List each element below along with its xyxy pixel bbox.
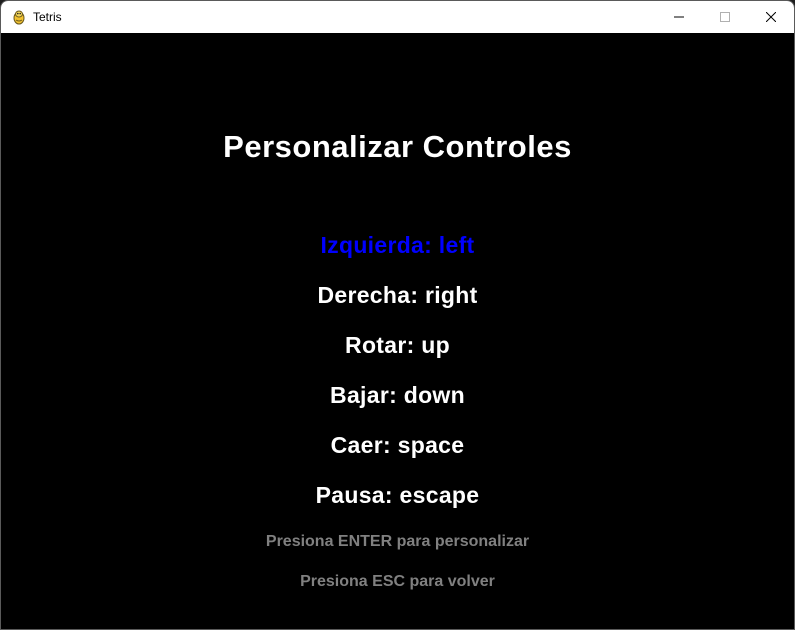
hint-enter: Presiona ENTER para personalizar bbox=[265, 533, 530, 550]
pygame-snake-icon bbox=[11, 9, 27, 25]
control-option-rotate[interactable]: Rotar: up bbox=[1, 332, 794, 359]
control-option-pause[interactable]: Pausa: escape bbox=[1, 482, 794, 509]
minimize-icon bbox=[674, 16, 684, 18]
control-option-right[interactable]: Derecha: right bbox=[1, 282, 794, 309]
game-canvas[interactable]: Personalizar Controles Izquierda: left D… bbox=[1, 33, 794, 629]
window-title: Tetris bbox=[33, 10, 62, 24]
title-bar[interactable]: Tetris bbox=[1, 1, 794, 33]
control-option-drop[interactable]: Caer: space bbox=[1, 432, 794, 459]
maximize-button[interactable] bbox=[702, 1, 748, 33]
tetris-window: Tetris Personalizar Controles Izquierda:… bbox=[0, 0, 795, 630]
close-button[interactable] bbox=[748, 1, 794, 33]
window-controls bbox=[656, 1, 794, 33]
control-option-down[interactable]: Bajar: down bbox=[1, 382, 794, 409]
close-icon bbox=[766, 12, 776, 22]
maximize-icon bbox=[720, 12, 730, 22]
screen-title: Personalizar Controles bbox=[223, 129, 572, 164]
minimize-button[interactable] bbox=[656, 1, 702, 33]
hint-esc: Presiona ESC para volver bbox=[300, 573, 495, 590]
control-option-left[interactable]: Izquierda: left bbox=[1, 232, 794, 259]
